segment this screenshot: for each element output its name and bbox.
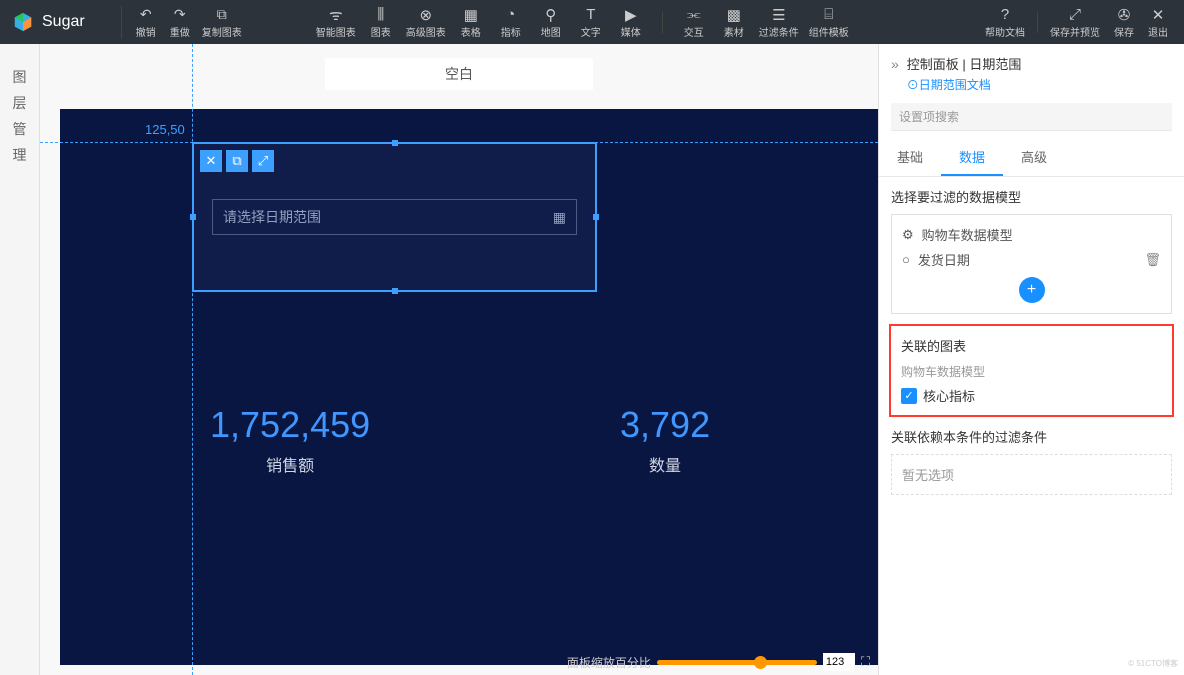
undo-button[interactable]: ↶撤销	[130, 6, 162, 39]
dependent-filter-title: 关联依赖本条件的过滤条件	[891, 427, 1172, 446]
chart-tool[interactable]: ⫼图表	[362, 6, 400, 39]
data-model-section: 选择要过滤的数据模型 ⚙ 购物车数据模型 ○ 发货日期 🗑 +	[879, 177, 1184, 324]
layer-panel-strip[interactable]: 图层管理	[0, 44, 40, 675]
model-name: 购物车数据模型	[922, 225, 1013, 244]
zoom-label: 面板缩放百分比	[567, 654, 651, 671]
watermark: © 51CTO博客	[1128, 658, 1178, 669]
metric-qty-label: 数量	[620, 452, 710, 476]
delete-field-icon[interactable]: 🗑	[1144, 252, 1161, 268]
metric-sales: 1,752,459 销售额	[210, 404, 370, 476]
calendar-icon: ▦	[553, 209, 566, 226]
comp-template-tool[interactable]: ⌸组件模板	[805, 6, 853, 39]
dependent-filter-section: 关联依赖本条件的过滤条件 暂无选项	[879, 417, 1184, 505]
zoom-slider[interactable]	[657, 660, 817, 665]
topbar-left: Sugar ↶撤销 ↷重做 ⧉复制图表	[0, 6, 246, 39]
panel-tabs: 基础 数据 高级	[879, 139, 1184, 177]
redo-button[interactable]: ↷重做	[164, 6, 196, 39]
page-tab-title[interactable]: 空白	[325, 58, 593, 90]
resize-handle-right[interactable]	[593, 214, 599, 220]
filter-tool[interactable]: ☰过滤条件	[755, 6, 803, 39]
related-chart-item[interactable]: ✓ 核心指标	[901, 386, 1162, 405]
selected-widget[interactable]: ✕ ⧉ ⤢ 请选择日期范围 ▦	[192, 142, 597, 292]
exit-button[interactable]: ✕退出	[1142, 6, 1174, 39]
related-subtitle: 购物车数据模型	[901, 363, 1162, 380]
data-model-title: 选择要过滤的数据模型	[891, 187, 1172, 206]
map-tool[interactable]: ⚲地图	[532, 6, 570, 39]
save-preview-button[interactable]: ⤢保存并预览	[1044, 6, 1106, 39]
related-chart-label: 核心指标	[923, 386, 975, 405]
tab-advanced[interactable]: 高级	[1003, 139, 1065, 176]
date-range-input[interactable]: 请选择日期范围 ▦	[212, 199, 577, 235]
metric-sales-label: 销售额	[210, 452, 370, 476]
properties-panel: » 控制面板 | 日期范围 ⊙日期范围文档 设置项搜索 基础 数据 高级 选择要…	[878, 44, 1184, 675]
metric-qty: 3,792 数量	[620, 404, 710, 476]
tab-data[interactable]: 数据	[941, 139, 1003, 176]
adv-chart-tool[interactable]: ⊗高级图表	[402, 6, 450, 39]
smart-chart-tool[interactable]: ᯤ智能图表	[312, 6, 360, 39]
settings-search[interactable]: 设置项搜索	[891, 103, 1172, 131]
zoom-input[interactable]: 123	[823, 653, 855, 671]
media-tool[interactable]: ▶媒体	[612, 6, 650, 39]
panel-breadcrumb: 控制面板 | 日期范围	[907, 54, 1022, 73]
guide-vertical	[192, 44, 193, 675]
interact-tool[interactable]: ⫘交互	[675, 6, 713, 39]
field-name: 发货日期	[918, 250, 970, 269]
metric-qty-value: 3,792	[620, 404, 710, 446]
related-chart-title: 关联的图表	[901, 336, 1162, 355]
checkbox-icon[interactable]: ✓	[901, 388, 917, 404]
copy-chart-button[interactable]: ⧉复制图表	[198, 6, 246, 39]
logo-icon	[12, 11, 34, 33]
circle-icon: ○	[902, 252, 910, 267]
canvas-footer: 面板缩放百分比 123 ⛶	[567, 653, 870, 671]
resize-handle-top[interactable]	[392, 140, 398, 146]
fullscreen-icon[interactable]: ⛶	[861, 654, 870, 670]
resize-handle-bottom[interactable]	[392, 288, 398, 294]
topbar-right: ?帮助文档 ⤢保存并预览 ✇保存 ✕退出	[979, 6, 1184, 39]
resize-handle-left[interactable]	[190, 214, 196, 220]
help-doc-button[interactable]: ?帮助文档	[979, 6, 1031, 39]
table-tool[interactable]: ▦表格	[452, 6, 490, 39]
doc-link[interactable]: ⊙日期范围文档	[907, 76, 1022, 93]
collapse-panel-icon[interactable]: »	[891, 56, 899, 72]
add-model-button[interactable]: +	[1019, 277, 1045, 303]
save-button[interactable]: ✇保存	[1108, 6, 1140, 39]
related-chart-section: 关联的图表 购物车数据模型 ✓ 核心指标	[889, 324, 1174, 417]
material-tool[interactable]: ▩素材	[715, 6, 753, 39]
metric-sales-value: 1,752,459	[210, 404, 370, 446]
fullscreen-widget-icon[interactable]: ⤢	[252, 150, 274, 172]
tool-palette: ᯤ智能图表 ⫼图表 ⊗高级图表 ▦表格 ◔指标 ⚲地图 T文字 ▶媒体 ⫘交互 …	[306, 6, 859, 39]
text-tool[interactable]: T文字	[572, 6, 610, 39]
date-range-placeholder: 请选择日期范围	[223, 207, 321, 227]
field-row: ○ 发货日期 🗑	[902, 250, 1161, 269]
tab-basic[interactable]: 基础	[879, 139, 941, 176]
model-row: ⚙ 购物车数据模型	[902, 225, 1161, 244]
indicator-tool[interactable]: ◔指标	[492, 6, 530, 39]
canvas-area: 空白 125,50 1,752,459 销售额 3,792 数量 ✕ ⧉ ⤢	[40, 44, 878, 675]
copy-widget-icon[interactable]: ⧉	[226, 150, 248, 172]
share-icon: ⚙	[902, 227, 914, 243]
delete-widget-icon[interactable]: ✕	[200, 150, 222, 172]
app-name: Sugar	[42, 13, 85, 31]
selection-coord: 125,50	[145, 122, 185, 137]
empty-filter-box: 暂无选项	[891, 454, 1172, 495]
top-toolbar: Sugar ↶撤销 ↷重做 ⧉复制图表 ᯤ智能图表 ⫼图表 ⊗高级图表 ▦表格 …	[0, 0, 1184, 44]
